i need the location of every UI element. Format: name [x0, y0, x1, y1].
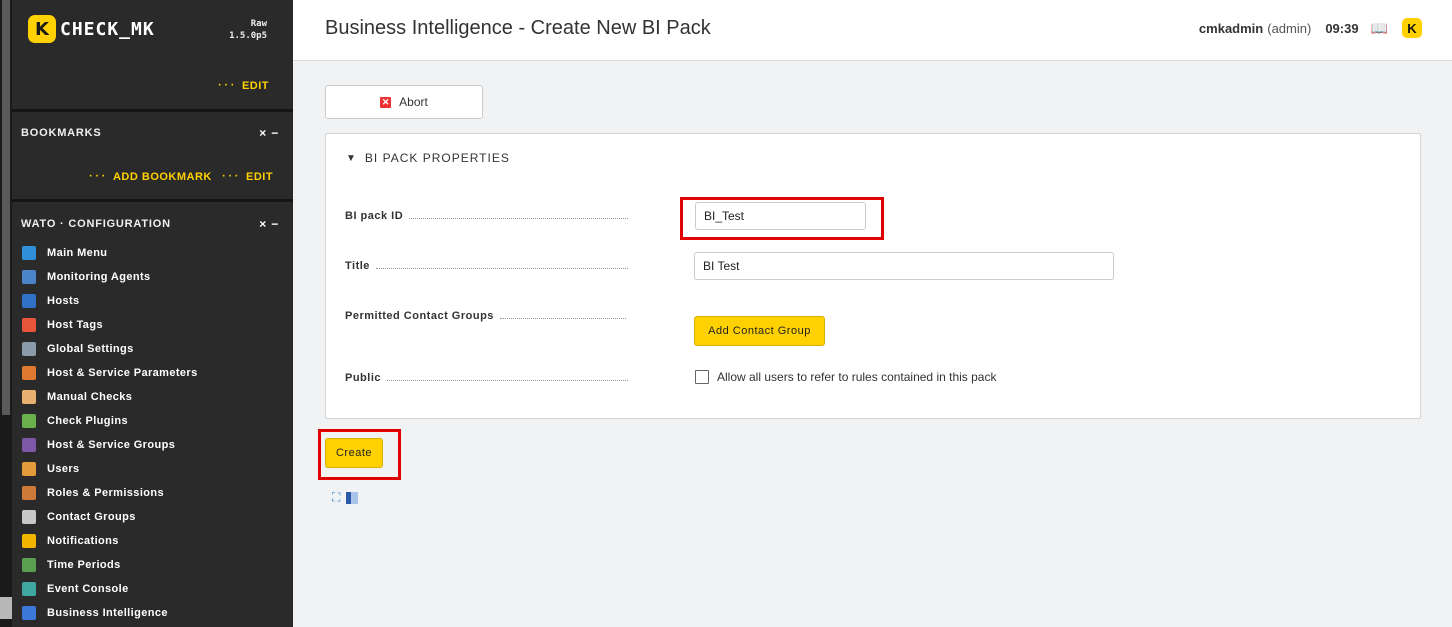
clock-icon: [22, 558, 36, 572]
footer-icons: ⛶: [332, 490, 359, 505]
checkmk-k-icon: K: [28, 15, 56, 43]
sidebar-item-label: Host Tags: [47, 319, 103, 331]
sidebar: K CHECK_MK Raw 1.5.0p5 ··· EDIT BOOKMARKS…: [0, 0, 293, 627]
bi-icon: [22, 606, 36, 620]
user-area: cmkadmin (admin) 09:39 📖 K: [1199, 18, 1422, 38]
version-info: Raw 1.5.0p5: [229, 18, 267, 42]
fullscreen-icon[interactable]: ⛶: [332, 490, 340, 505]
main-menu-icon: [22, 246, 36, 260]
tag-icon: [22, 318, 36, 332]
sidebar-item-label: Notifications: [47, 535, 119, 547]
contact-groups-label: Permitted Contact Groups: [345, 310, 626, 322]
wato-menu: Main Menu Monitoring Agents Hosts Host Tags…: [22, 241, 292, 625]
sidebar-item-label: Global Settings: [47, 343, 134, 355]
sidebar-item-label: Manual Checks: [47, 391, 133, 403]
gear-icon: [22, 342, 36, 356]
agents-icon: [22, 270, 36, 284]
edition-label: Raw: [250, 19, 267, 29]
collapse-triangle-icon[interactable]: ▼: [346, 153, 357, 164]
abort-label: Abort: [399, 95, 428, 109]
title-label: Title: [345, 260, 628, 272]
sidebar-item[interactable]: Users: [22, 457, 292, 481]
sidebar-item[interactable]: Roles & Permissions: [22, 481, 292, 505]
book-icon[interactable]: 📖: [1371, 20, 1388, 37]
groups-icon: [22, 438, 36, 452]
title-input[interactable]: [694, 252, 1114, 280]
sidebar-item[interactable]: Event Console: [22, 577, 292, 601]
pack-id-label: BI pack ID: [345, 210, 628, 222]
sidebar-item[interactable]: Host Tags: [22, 313, 292, 337]
sidebar-divider: [12, 199, 293, 202]
sidebar-item[interactable]: Notifications: [22, 529, 292, 553]
sidebar-item-label: Monitoring Agents: [47, 271, 151, 283]
sidebar-item-label: Users: [47, 463, 80, 475]
wato-title: WATO · CONFIGURATION: [21, 218, 171, 230]
sidebar-item-label: Host & Service Parameters: [47, 367, 198, 379]
checkmk-logo[interactable]: K CHECK_MK: [28, 14, 155, 44]
wato-controls[interactable]: × −: [259, 217, 279, 231]
sidebar-item[interactable]: Host & Service Parameters: [22, 361, 292, 385]
user-role: (admin): [1267, 20, 1312, 36]
sidebar-item[interactable]: Monitoring Agents: [22, 265, 292, 289]
sidebar-item[interactable]: Hosts: [22, 289, 292, 313]
sidebar-item[interactable]: Contact Groups: [22, 505, 292, 529]
sidebar-divider: [12, 109, 293, 112]
users-icon: [22, 462, 36, 476]
sidebar-item-label: Hosts: [47, 295, 80, 307]
add-bookmark-link[interactable]: ··· ADD BOOKMARK: [88, 167, 212, 185]
sidebar-item-label: Contact Groups: [47, 511, 136, 523]
section-title: BI PACK PROPERTIES: [364, 151, 510, 165]
public-label: Public: [345, 372, 628, 384]
public-checkbox[interactable]: [695, 370, 709, 384]
clock: 09:39: [1325, 20, 1359, 36]
sidebar-toggle-icon[interactable]: [346, 491, 359, 504]
version-label: 1.5.0p5: [229, 31, 267, 41]
checkmk-k-icon[interactable]: K: [1402, 18, 1422, 38]
event-console-icon: [22, 582, 36, 596]
top-edit-link[interactable]: ··· EDIT: [217, 76, 269, 94]
brand-name: CHECK_MK: [60, 18, 155, 40]
plugin-icon: [22, 414, 36, 428]
hand-icon: [22, 390, 36, 404]
page-title: Business Intelligence - Create New BI Pa…: [325, 17, 711, 39]
sidebar-item[interactable]: Host & Service Groups: [22, 433, 292, 457]
public-checkbox-label: Allow all users to refer to rules contai…: [717, 370, 997, 384]
sidebar-item-label: Roles & Permissions: [47, 487, 165, 499]
user-name[interactable]: cmkadmin: [1199, 21, 1263, 36]
wato-header[interactable]: WATO · CONFIGURATION × −: [21, 217, 279, 231]
bell-icon: [22, 534, 36, 548]
bookmarks-edit-link[interactable]: ··· EDIT: [221, 167, 273, 185]
rules-icon: [22, 366, 36, 380]
abort-button[interactable]: ✕ Abort: [325, 85, 483, 119]
sidebar-item-label: Check Plugins: [47, 415, 128, 427]
sidebar-item[interactable]: Global Settings: [22, 337, 292, 361]
sidebar-scrollbar-thumb[interactable]: [2, 0, 10, 415]
sidebar-item-label: Main Menu: [47, 247, 108, 259]
section-header[interactable]: ▼ BI PACK PROPERTIES: [346, 151, 510, 165]
sidebar-item[interactable]: Business Intelligence: [22, 601, 292, 625]
bi-pack-properties: ▼ BI PACK PROPERTIES BI pack ID Title Pe…: [325, 133, 1421, 419]
close-icon: ✕: [380, 96, 392, 108]
sidebar-scrollbar[interactable]: [0, 0, 12, 627]
sidebar-item-label: Event Console: [47, 583, 129, 595]
highlight-box-pack-id: [680, 197, 884, 240]
bookmarks-title: BOOKMARKS: [21, 127, 102, 139]
sidebar-item[interactable]: Time Periods: [22, 553, 292, 577]
sidebar-item-label: Business Intelligence: [47, 607, 168, 619]
highlight-box-create: [318, 429, 401, 480]
sidebar-item-label: Time Periods: [47, 559, 121, 571]
sidebar-item[interactable]: Check Plugins: [22, 409, 292, 433]
contact-groups-icon: [22, 510, 36, 524]
bookmarks-header[interactable]: BOOKMARKS × −: [21, 126, 279, 140]
add-contact-group-button[interactable]: Add Contact Group: [694, 316, 825, 346]
roles-icon: [22, 486, 36, 500]
page-header: Business Intelligence - Create New BI Pa…: [293, 0, 1452, 61]
sidebar-item[interactable]: Manual Checks: [22, 385, 292, 409]
public-checkbox-row[interactable]: Allow all users to refer to rules contai…: [695, 370, 996, 384]
sidebar-item[interactable]: Main Menu: [22, 241, 292, 265]
bookmarks-controls[interactable]: × −: [259, 126, 279, 140]
hosts-icon: [22, 294, 36, 308]
sidebar-scrollbar-end[interactable]: [0, 597, 12, 619]
sidebar-item-label: Host & Service Groups: [47, 439, 176, 451]
